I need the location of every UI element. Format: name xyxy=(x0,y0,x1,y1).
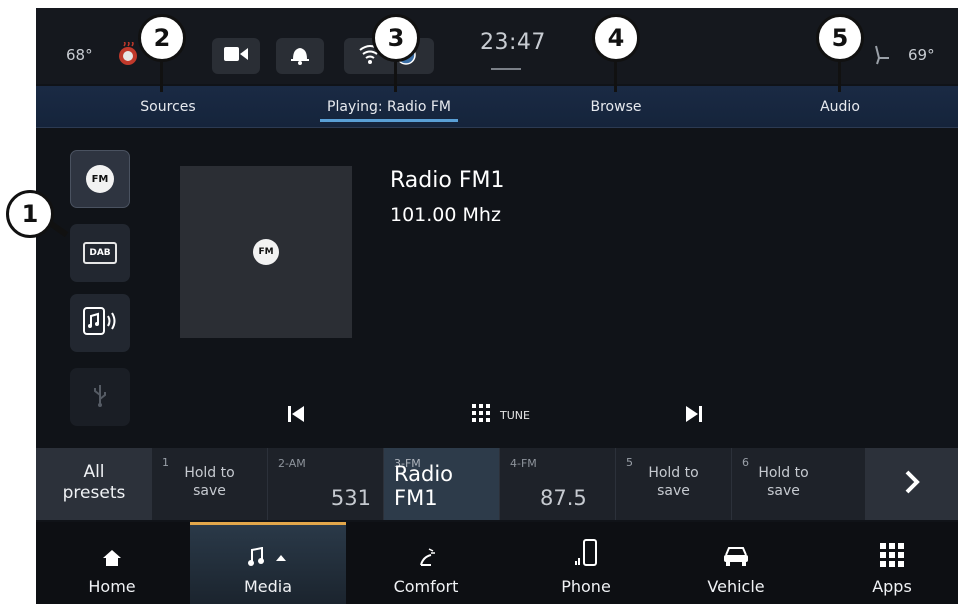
nav-comfort[interactable]: Comfort xyxy=(366,522,486,604)
next-button[interactable] xyxy=(684,404,704,428)
music-note-icon xyxy=(246,546,290,577)
active-tab-indicator xyxy=(320,119,458,122)
all-presets-button[interactable]: All presets xyxy=(36,448,152,520)
preset-value: 531 xyxy=(330,486,371,510)
clock: 23:47 xyxy=(480,30,546,55)
nav-media-label: Media xyxy=(243,577,293,596)
preset-hold-label: Hold to save xyxy=(732,464,835,500)
camera-icon xyxy=(224,46,248,66)
tab-sources[interactable]: Sources xyxy=(106,86,230,128)
tune-button[interactable]: TUNE xyxy=(472,404,530,426)
preset-5[interactable]: 5 Hold to save xyxy=(616,448,732,520)
callout-2: 2 xyxy=(138,14,186,62)
temperature-left[interactable]: 68° xyxy=(66,46,93,64)
preset-hold-line1: Hold to xyxy=(184,465,235,481)
preset-6[interactable]: 6 Hold to save xyxy=(732,448,866,520)
skip-previous-icon xyxy=(286,404,306,428)
source-usb-button[interactable] xyxy=(70,368,130,426)
preset-value: 87.5 xyxy=(540,486,587,510)
callout-4-pointer xyxy=(614,62,617,92)
callout-3-pointer xyxy=(394,62,397,92)
preset-hold-line2: save xyxy=(657,483,690,499)
car-icon xyxy=(722,545,750,577)
previous-button[interactable] xyxy=(286,404,306,428)
bottom-navigation: Home Media Comfort Phone Vehicle Apps xyxy=(36,522,958,604)
nav-home[interactable]: Home xyxy=(52,522,172,604)
preset-4[interactable]: 4-FM 87.5 xyxy=(500,448,616,520)
tab-audio[interactable]: Audio xyxy=(780,86,900,128)
chevron-right-icon xyxy=(904,469,920,499)
station-frequency: 101.00 Mhz xyxy=(390,204,501,226)
camera-button[interactable] xyxy=(212,38,260,74)
callout-1: 1 xyxy=(6,190,54,238)
preset-hold-label: Hold to save xyxy=(616,464,731,500)
preset-1[interactable]: 1 Hold to save xyxy=(152,448,268,520)
tune-label: TUNE xyxy=(500,408,530,422)
phone-music-icon xyxy=(82,306,118,340)
notification-button[interactable] xyxy=(276,38,324,74)
all-presets-line1: All xyxy=(83,462,105,482)
callout-5-pointer xyxy=(838,62,841,92)
skip-next-icon xyxy=(684,404,704,428)
apps-grid-icon xyxy=(880,543,904,577)
nav-home-label: Home xyxy=(88,577,136,596)
callout-4: 4 xyxy=(592,14,640,62)
fm-icon: FM xyxy=(86,165,114,193)
seat-icon[interactable] xyxy=(872,44,892,70)
preset-band: 2-AM xyxy=(278,457,306,470)
preset-hold-label: Hold to save xyxy=(152,464,267,500)
nav-comfort-label: Comfort xyxy=(393,577,459,596)
nav-phone[interactable]: Phone xyxy=(526,522,646,604)
source-fm-button[interactable]: FM xyxy=(70,150,130,208)
tab-browse[interactable]: Browse xyxy=(556,86,676,128)
temperature-right[interactable]: 69° xyxy=(908,46,935,64)
infotainment-screen: 68° 23:47 69° Sources Playing: Radio FM … xyxy=(36,8,958,604)
nav-media[interactable]: Media xyxy=(190,522,346,604)
preset-band: 4-FM xyxy=(510,457,537,470)
phone-icon xyxy=(574,539,598,577)
nav-vehicle-label: Vehicle xyxy=(707,577,765,596)
nav-phone-label: Phone xyxy=(561,577,611,596)
heated-seat-icon[interactable] xyxy=(116,41,140,72)
station-name: Radio FM1 xyxy=(390,168,505,193)
preset-hold-line1: Hold to xyxy=(648,465,699,481)
callout-3: 3 xyxy=(372,14,420,62)
preset-hold-line2: save xyxy=(193,483,226,499)
preset-hold-line1: Hold to xyxy=(758,465,809,481)
callout-5: 5 xyxy=(816,14,864,62)
presets-bar: All presets 1 Hold to save 2-AM 531 3-FM… xyxy=(36,448,958,520)
preset-3[interactable]: 3-FM Radio FM1 xyxy=(384,448,500,520)
fm-logo: FM xyxy=(253,239,279,265)
all-presets-line2: presets xyxy=(62,483,126,503)
source-bluetooth-audio-button[interactable] xyxy=(70,294,130,352)
notification-bell-icon xyxy=(289,43,311,69)
clock-underline xyxy=(491,68,521,70)
presets-next-button[interactable] xyxy=(866,448,958,520)
home-icon xyxy=(102,549,122,577)
usb-icon xyxy=(92,383,108,411)
keypad-grid-icon xyxy=(472,404,490,426)
preset-2[interactable]: 2-AM 531 xyxy=(268,448,384,520)
tab-bar: Sources Playing: Radio FM Browse Audio xyxy=(36,86,958,128)
nav-apps[interactable]: Apps xyxy=(832,522,952,604)
preset-hold-line2: save xyxy=(767,483,800,499)
preset-value: Radio FM1 xyxy=(394,462,454,510)
nav-vehicle[interactable]: Vehicle xyxy=(676,522,796,604)
station-artwork: FM xyxy=(180,166,352,338)
source-dab-button[interactable]: DAB xyxy=(70,224,130,282)
nav-apps-label: Apps xyxy=(872,577,912,596)
dab-icon: DAB xyxy=(83,242,117,264)
seat-climate-icon xyxy=(415,547,437,577)
callout-2-pointer xyxy=(160,62,163,92)
